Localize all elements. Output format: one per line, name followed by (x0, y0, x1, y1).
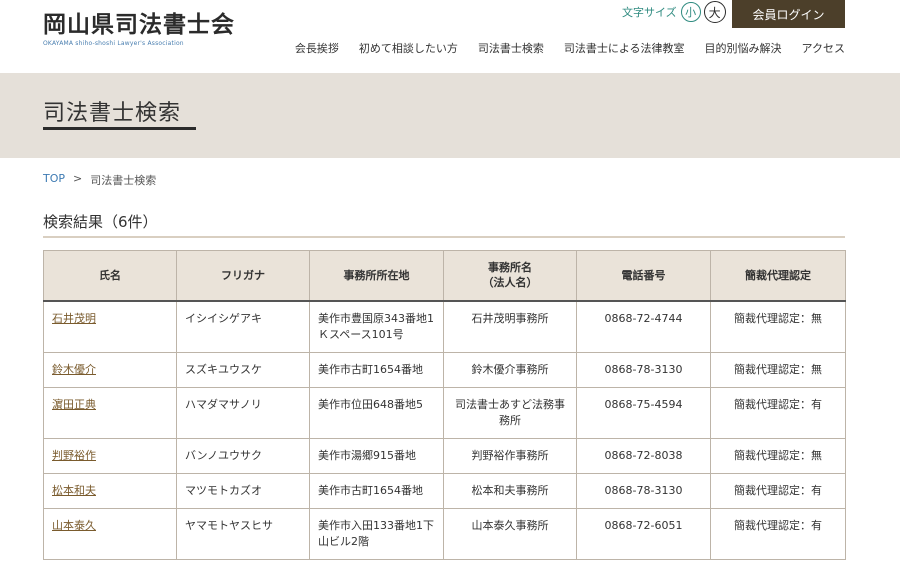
cell-name: 濵田正典 (43, 386, 177, 439)
cell-phone: 0868-72-8038 (576, 437, 711, 474)
cell-address: 美作市古町1654番地 (309, 351, 444, 388)
nav-item-greeting[interactable]: 会長挨拶 (295, 40, 339, 56)
cell-address: 美作市古町1654番地 (309, 472, 444, 509)
cell-office: 石井茂明事務所 (443, 300, 577, 353)
cell-address: 美作市豊国原343番地1 Ｋスペース101号 (309, 300, 444, 353)
table-row: 松本和夫 マツモトカズオ 美作市古町1654番地 松本和夫事務所 0868-78… (43, 472, 846, 509)
breadcrumb-separator: > (73, 172, 83, 185)
nav-item-first-consultation[interactable]: 初めて相談したい方 (359, 40, 458, 56)
font-large-button[interactable]: 大 (703, 1, 726, 23)
cell-kana: イシイシゲアキ (176, 300, 310, 353)
cell-office: 鈴木優介事務所 (443, 351, 577, 388)
cell-adr: 簡裁代理認定：無 (710, 437, 846, 474)
cell-address: 美作市入田133番地1下山ビル2階 (309, 507, 444, 560)
cell-phone: 0868-72-4744 (576, 300, 711, 353)
breadcrumb: TOP > 司法書士検索 (43, 172, 156, 188)
col-header-office-line2: （法人名） (482, 276, 538, 290)
table-row: 濵田正典 ハマダマサノリ 美作市位田648番地5 司法書士あすど法務事務所 08… (43, 386, 846, 439)
page-title: 司法書士検索 (43, 101, 182, 126)
cell-office: 山本泰久事務所 (443, 507, 577, 560)
col-header-address: 事務所所在地 (309, 250, 444, 302)
cell-adr: 簡裁代理認定：有 (710, 507, 846, 560)
page-banner: 司法書士検索 (0, 73, 900, 158)
cell-name: 松本和夫 (43, 472, 177, 509)
nav-item-law-class[interactable]: 司法書士による法律教室 (564, 40, 685, 56)
cell-name: 石井茂明 (43, 300, 177, 353)
cell-office: 松本和夫事務所 (443, 472, 577, 509)
col-header-phone: 電話番号 (576, 250, 711, 302)
results-table: 氏名 フリガナ 事務所所在地 事務所名 （法人名） 電話番号 簡裁代理認定 石井… (43, 250, 846, 560)
cell-kana: マツモトカズオ (176, 472, 310, 509)
site-logo[interactable]: 岡山県司法書士会 OKAYAMA shiho-shoshi Lawyer's A… (43, 12, 235, 48)
cell-kana: バンノユウサク (176, 437, 310, 474)
site-header: 岡山県司法書士会 OKAYAMA shiho-shoshi Lawyer's A… (0, 0, 900, 73)
cell-phone: 0868-75-4594 (576, 386, 711, 439)
cell-phone: 0868-78-3130 (576, 351, 711, 388)
global-nav: 会長挨拶 初めて相談したい方 司法書士検索 司法書士による法律教室 目的別悩み解… (295, 40, 845, 56)
cell-address: 美作市位田648番地5 (309, 386, 444, 439)
lawyer-name-link[interactable]: 判野裕作 (52, 449, 96, 462)
col-header-adr: 簡裁代理認定 (710, 250, 846, 302)
cell-name: 判野裕作 (43, 437, 177, 474)
font-small-button[interactable]: 小 (680, 2, 701, 22)
lawyer-name-link[interactable]: 石井茂明 (52, 312, 96, 325)
cell-adr: 簡裁代理認定：無 (710, 300, 846, 353)
nav-item-solutions[interactable]: 目的別悩み解決 (705, 40, 782, 56)
font-size-control: 文字サイズ 小 大 (622, 1, 729, 23)
table-row: 山本泰久 ヤマモトヤスヒサ 美作市入田133番地1下山ビル2階 山本泰久事務所 … (43, 507, 846, 560)
cell-address: 美作市湯郷915番地 (309, 437, 444, 474)
cell-kana: ヤマモトヤスヒサ (176, 507, 310, 560)
table-row: 石井茂明 イシイシゲアキ 美作市豊国原343番地1 Ｋスペース101号 石井茂明… (43, 300, 846, 353)
cell-adr: 簡裁代理認定：無 (710, 351, 846, 388)
nav-item-access[interactable]: アクセス (802, 40, 845, 56)
cell-office: 司法書士あすど法務事務所 (443, 386, 577, 439)
cell-phone: 0868-78-3130 (576, 472, 711, 509)
nav-item-search[interactable]: 司法書士検索 (478, 40, 544, 56)
table-row: 判野裕作 バンノユウサク 美作市湯郷915番地 判野裕作事務所 0868-72-… (43, 437, 846, 474)
lawyer-name-link[interactable]: 濵田正典 (52, 398, 96, 411)
col-header-office: 事務所名 （法人名） (443, 250, 577, 302)
table-header-row: 氏名 フリガナ 事務所所在地 事務所名 （法人名） 電話番号 簡裁代理認定 (43, 250, 846, 302)
cell-adr: 簡裁代理認定：有 (710, 472, 846, 509)
results-title: 検索結果（6件） (43, 213, 158, 231)
font-size-label: 文字サイズ (622, 6, 677, 19)
cell-phone: 0868-72-6051 (576, 507, 711, 560)
col-header-name: 氏名 (43, 250, 177, 302)
breadcrumb-top-link[interactable]: TOP (43, 172, 65, 188)
title-underline (43, 127, 196, 130)
lawyer-name-link[interactable]: 鈴木優介 (52, 363, 96, 376)
results-title-rule (43, 236, 845, 238)
logo-title: 岡山県司法書士会 (43, 11, 235, 38)
logo-subtitle: OKAYAMA shiho-shoshi Lawyer's Associatio… (43, 40, 184, 47)
cell-office: 判野裕作事務所 (443, 437, 577, 474)
member-login-button[interactable]: 会員ログイン (732, 0, 845, 28)
breadcrumb-current: 司法書士検索 (90, 174, 157, 187)
col-header-office-line1: 事務所名 (488, 261, 532, 275)
cell-kana: スズキユウスケ (176, 351, 310, 388)
cell-adr: 簡裁代理認定：有 (710, 386, 846, 439)
lawyer-name-link[interactable]: 山本泰久 (52, 519, 96, 532)
lawyer-name-link[interactable]: 松本和夫 (52, 484, 96, 497)
cell-name: 鈴木優介 (43, 351, 177, 388)
cell-name: 山本泰久 (43, 507, 177, 560)
col-header-kana: フリガナ (176, 250, 310, 302)
cell-kana: ハマダマサノリ (176, 386, 310, 439)
table-row: 鈴木優介 スズキユウスケ 美作市古町1654番地 鈴木優介事務所 0868-78… (43, 351, 846, 388)
